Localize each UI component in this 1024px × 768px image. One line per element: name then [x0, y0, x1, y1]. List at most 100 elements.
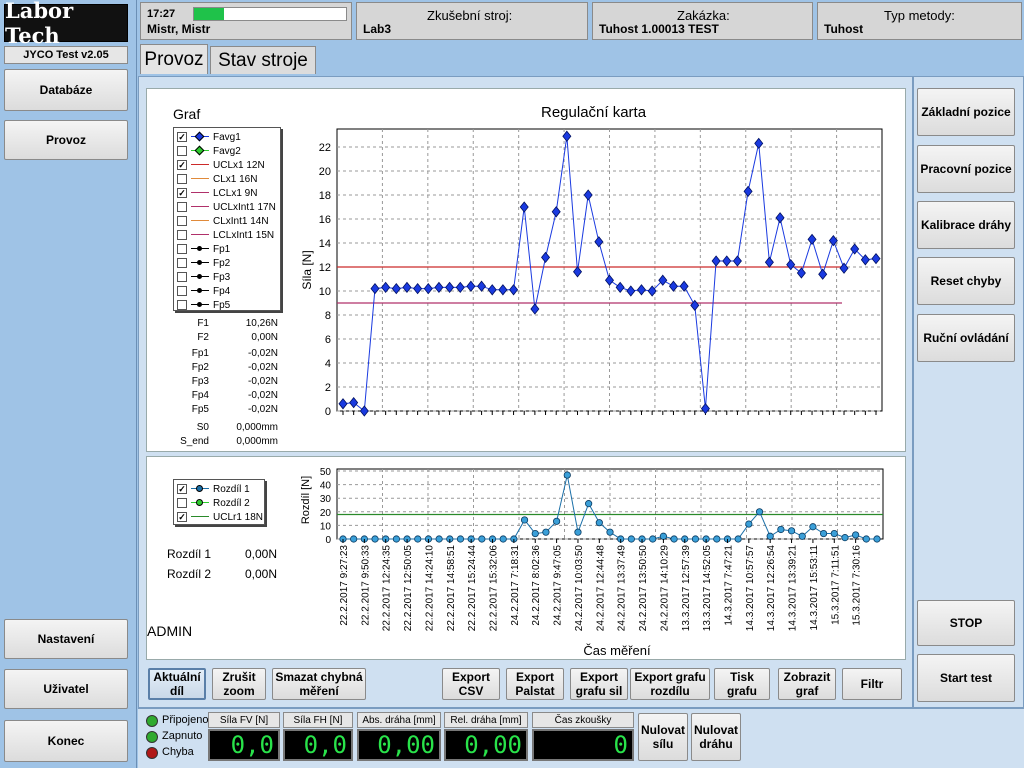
print-graph-button[interactable]: Tisk grafu [714, 668, 770, 700]
data-point[interactable] [659, 532, 667, 540]
data-point[interactable] [585, 500, 593, 508]
legend-checkbox[interactable] [177, 202, 187, 212]
diff-legend-item[interactable]: ✓ UCLr1 18N [177, 510, 263, 524]
data-point[interactable] [595, 519, 603, 527]
start-test-button[interactable]: Start test [917, 654, 1015, 702]
legend-checkbox[interactable]: ✓ [177, 512, 187, 522]
force-legend-item[interactable]: CLxInt1 14N [177, 214, 269, 228]
path-calibration-button[interactable]: Kalibrace dráhy [917, 201, 1015, 249]
work-position-button[interactable]: Pracovní pozice [917, 145, 1015, 193]
reset-force-button[interactable]: Nulovat sílu [638, 713, 688, 761]
force-legend-item[interactable]: Fp3 [177, 270, 230, 284]
data-point[interactable] [520, 516, 529, 524]
x-tick-label: 22.2.2017 12:24:35 [382, 545, 393, 632]
export-diff-graph-button[interactable]: Export grafu rozdílu [630, 668, 710, 700]
manual-control-button[interactable]: Ruční ovládání [917, 314, 1015, 362]
data-point[interactable] [852, 531, 860, 539]
data-point[interactable] [563, 471, 571, 479]
data-point[interactable] [392, 535, 401, 543]
data-point[interactable] [841, 534, 849, 542]
legend-label: Favg1 [213, 131, 241, 143]
data-point[interactable] [552, 517, 561, 525]
export-csv-button[interactable]: Export CSV [442, 668, 500, 700]
diff-legend-item[interactable]: Rozdíl 2 [177, 496, 250, 510]
legend-checkbox[interactable] [177, 272, 187, 282]
data-point[interactable] [755, 508, 764, 516]
force-legend-item[interactable]: UCLxInt1 17N [177, 200, 276, 214]
data-point[interactable] [734, 535, 742, 543]
diff-legend-item[interactable]: ✓ Rozdíl 1 [177, 482, 250, 496]
force-legend-item[interactable]: ✓ UCLx1 12N [177, 158, 265, 172]
data-point[interactable] [542, 528, 550, 536]
legend-checkbox[interactable] [177, 258, 187, 268]
legend-checkbox[interactable]: ✓ [177, 132, 187, 142]
export-force-graph-button[interactable]: Export grafu sil [570, 668, 628, 700]
tab-machine-status[interactable]: Stav stroje [210, 46, 316, 74]
delete-errors-button[interactable]: Smazat chybná měření [272, 668, 366, 700]
legend-checkbox[interactable]: ✓ [177, 188, 187, 198]
data-point[interactable] [819, 529, 828, 538]
sidebar-item-exit[interactable]: Konec [4, 720, 128, 762]
filter-button[interactable]: Filtr [842, 668, 902, 700]
data-point[interactable] [766, 532, 774, 540]
data-point[interactable] [809, 523, 817, 531]
data-point[interactable] [627, 535, 635, 543]
data-point[interactable] [350, 535, 358, 543]
legend-label: UCLxInt1 17N [213, 201, 276, 213]
legend-checkbox[interactable] [177, 146, 187, 156]
sidebar-item-user[interactable]: Uživatel [4, 669, 128, 709]
cancel-zoom-button[interactable]: Zrušit zoom [212, 668, 266, 700]
legend-checkbox[interactable]: ✓ [177, 484, 187, 494]
data-point[interactable] [414, 535, 422, 543]
data-point[interactable] [873, 535, 881, 543]
tab-operation[interactable]: Provoz [140, 44, 208, 74]
legend-checkbox[interactable]: ✓ [177, 160, 187, 170]
legend-checkbox[interactable] [177, 174, 187, 184]
force-legend-item[interactable]: LCLxInt1 15N [177, 228, 274, 242]
legend-checkbox[interactable] [177, 244, 187, 254]
data-point[interactable] [862, 535, 870, 543]
data-point[interactable] [499, 535, 507, 543]
sidebar-item-operation[interactable]: Provoz [4, 120, 128, 160]
force-legend-item[interactable]: Favg2 [177, 144, 241, 158]
force-legend-item[interactable]: Fp5 [177, 298, 230, 312]
home-position-button[interactable]: Základní pozice [917, 88, 1015, 136]
data-point[interactable] [371, 535, 379, 543]
data-point[interactable] [670, 535, 678, 543]
current-part-button[interactable]: Aktuální díl [148, 668, 206, 700]
legend-checkbox[interactable] [177, 498, 187, 508]
force-legend-item[interactable]: ✓ Favg1 [177, 130, 241, 144]
y-tick-label: 6 [325, 334, 331, 346]
data-point[interactable] [435, 535, 443, 543]
stop-button[interactable]: STOP [917, 600, 1015, 646]
data-point[interactable] [830, 529, 838, 538]
data-point[interactable] [798, 532, 806, 540]
data-point[interactable] [691, 535, 700, 543]
data-point[interactable] [745, 520, 753, 528]
reset-error-button[interactable]: Reset chyby [917, 257, 1015, 305]
sidebar-item-settings[interactable]: Nastavení [4, 619, 128, 659]
data-point[interactable] [649, 535, 657, 543]
legend-checkbox[interactable] [177, 300, 187, 310]
reset-path-button[interactable]: Nulovat dráhu [691, 713, 741, 761]
force-legend-item[interactable]: Fp2 [177, 256, 230, 270]
force-legend-item[interactable]: Fp4 [177, 284, 230, 298]
data-point[interactable] [606, 528, 614, 536]
force-legend-item[interactable]: Fp1 [177, 242, 230, 256]
x-tick-label: 14.3.2017 12:26:54 [766, 545, 777, 632]
show-graph-button[interactable]: Zobrazit graf [778, 668, 836, 700]
sidebar-item-database[interactable]: Databáze [4, 69, 128, 111]
legend-checkbox[interactable] [177, 286, 187, 296]
data-point[interactable] [777, 525, 785, 534]
export-palstat-button[interactable]: Export Palstat [506, 668, 564, 700]
data-point[interactable] [713, 535, 721, 543]
data-point[interactable] [478, 535, 486, 543]
legend-checkbox[interactable] [177, 230, 187, 240]
data-point[interactable] [531, 529, 539, 538]
data-point[interactable] [456, 535, 465, 543]
legend-checkbox[interactable] [177, 216, 187, 226]
data-point[interactable] [574, 528, 582, 536]
force-legend-item[interactable]: CLx1 16N [177, 172, 257, 186]
data-point[interactable] [787, 527, 796, 535]
force-legend-item[interactable]: ✓ LCLx1 9N [177, 186, 257, 200]
